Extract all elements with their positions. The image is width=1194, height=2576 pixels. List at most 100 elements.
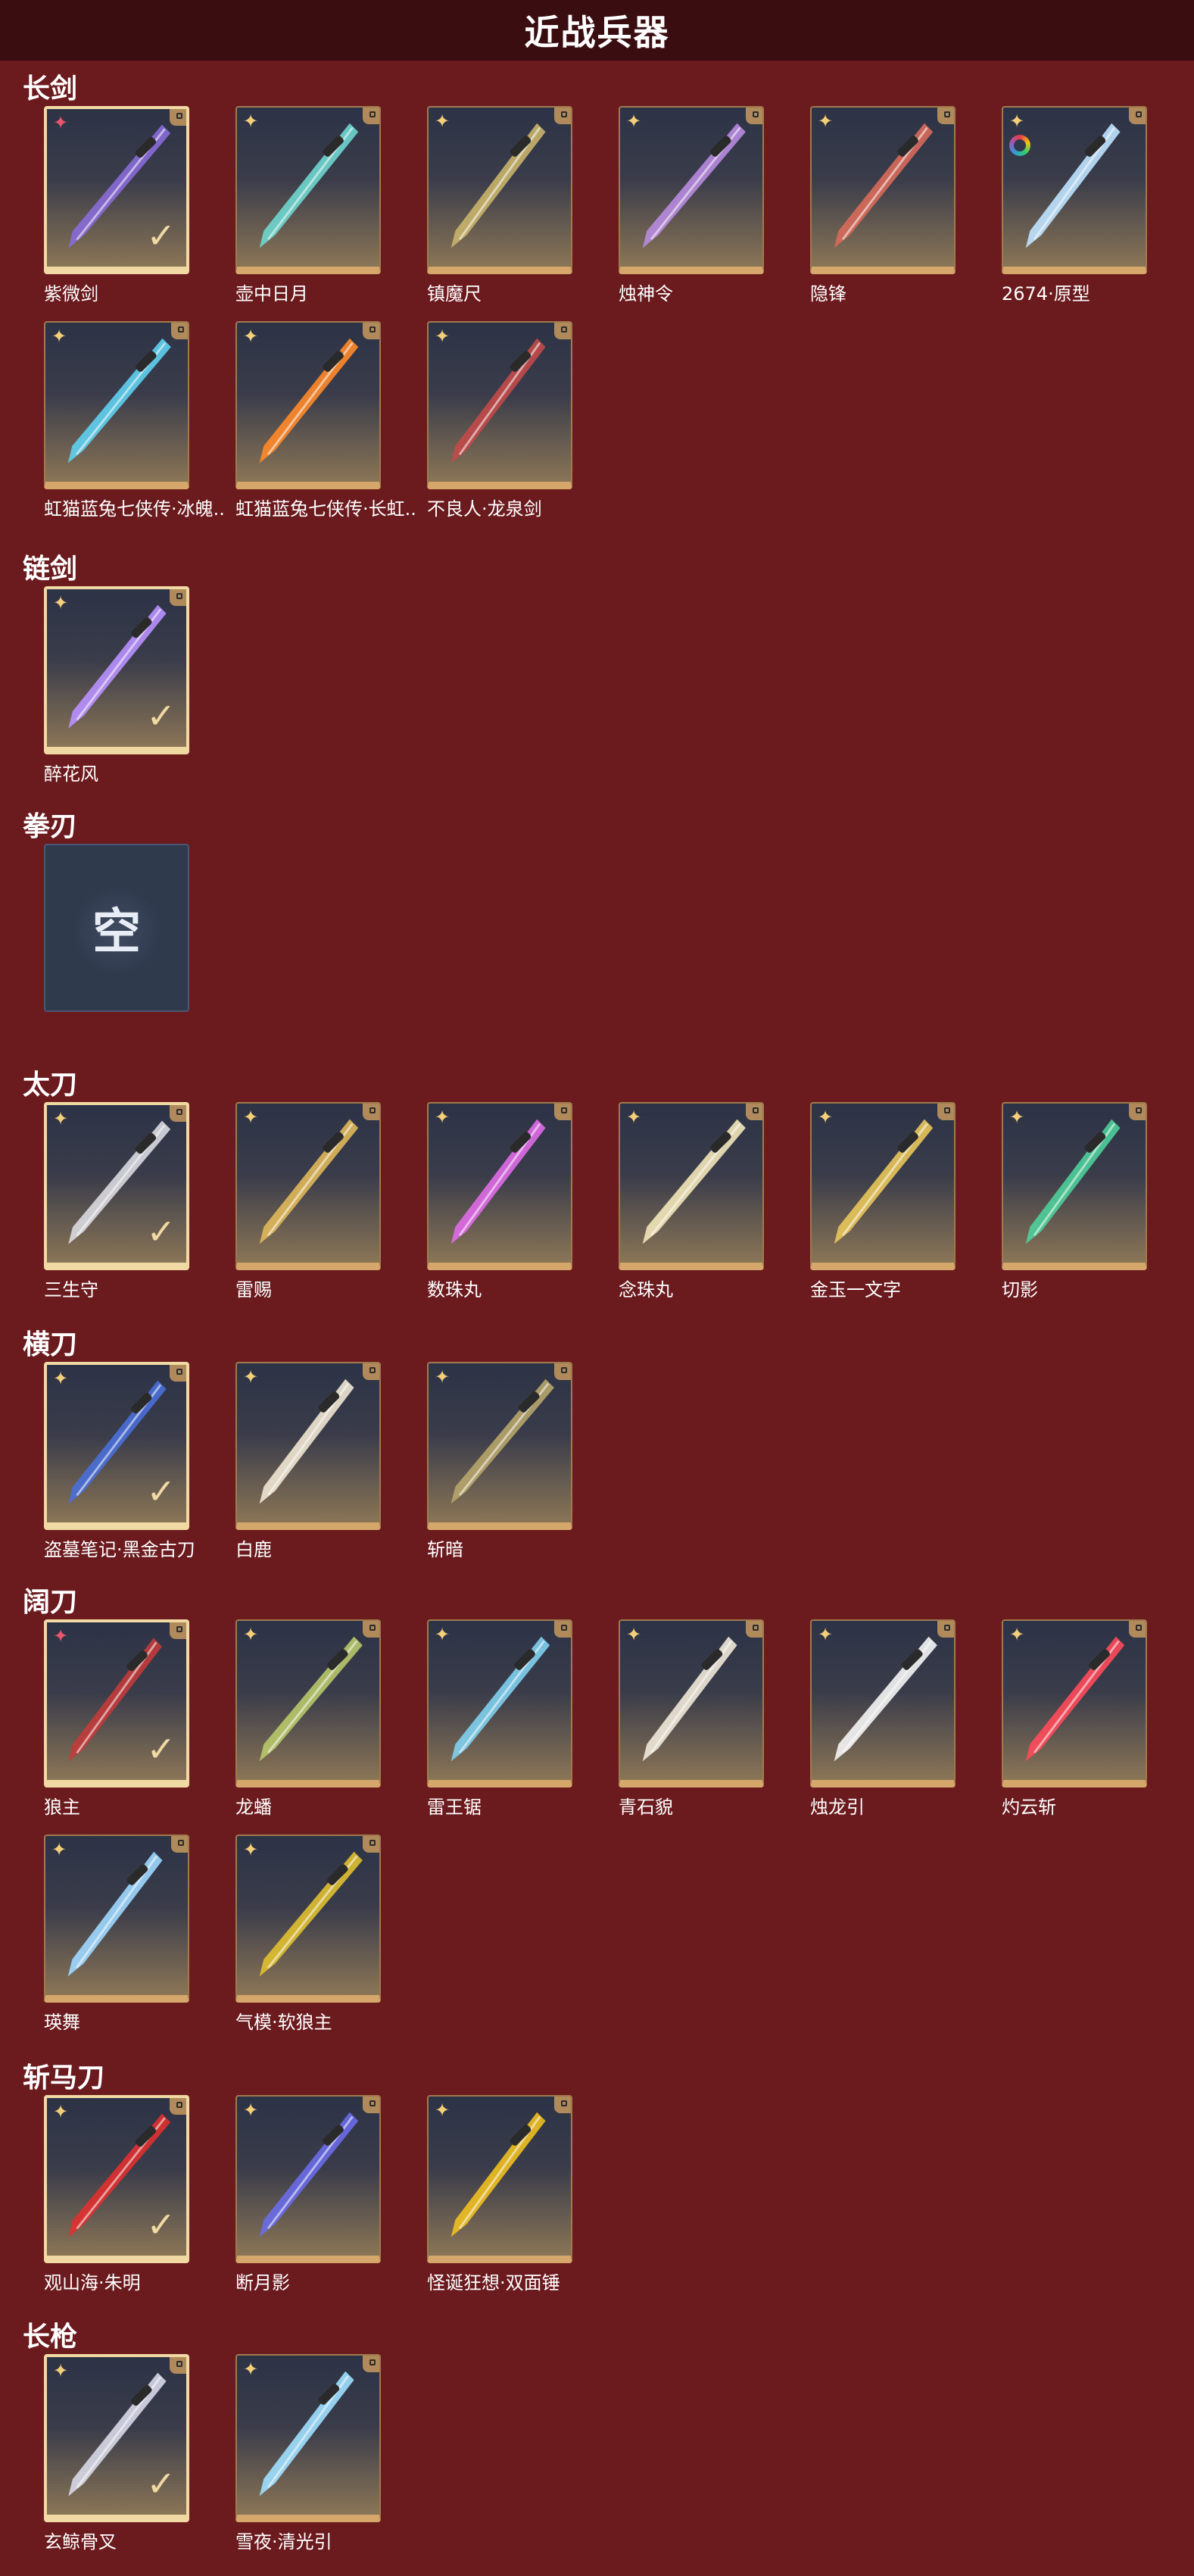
weapon-card[interactable]: ✦ <box>1002 1102 1147 1270</box>
weapon-image <box>642 1119 746 1244</box>
weapon-name-label: 气模·软狼主 <box>235 2012 332 2033</box>
corner-tag-icon <box>746 1104 762 1120</box>
quality-star-icon: ✦ <box>1009 1624 1025 1645</box>
weapon-card[interactable]: ✦ <box>235 1619 381 1788</box>
corner-tag-icon <box>363 2097 379 2113</box>
weapon-name-label: 切影 <box>1002 1279 1038 1300</box>
weapon-card[interactable]: ✦ <box>427 1362 572 1530</box>
weapon-name-label: 镇魔尺 <box>427 283 482 304</box>
weapon-image <box>834 1119 934 1244</box>
quality-star-icon: ✦ <box>243 1839 259 1860</box>
weapon-card[interactable]: ✦ ✓ <box>44 1362 189 1530</box>
weapon-name-label: 醉花风 <box>44 763 98 785</box>
weapon-card[interactable]: ✦ <box>427 2095 572 2263</box>
quality-star-icon: ✦ <box>53 2360 69 2381</box>
weapon-card[interactable]: ✦ ✓ <box>44 1102 189 1270</box>
weapon-card[interactable]: ✦ <box>1002 1619 1147 1788</box>
quality-star-icon: ✦ <box>53 112 69 133</box>
page-header: 近战兵器 <box>0 0 1194 61</box>
corner-tag-icon <box>170 589 186 606</box>
weapon-card[interactable]: ✦ ✓ <box>44 586 189 754</box>
weapon-name-label: 念珠丸 <box>619 1279 673 1300</box>
weapon-card[interactable]: ✦ <box>1002 106 1147 274</box>
section-title: 横刀 <box>23 1329 78 1360</box>
quality-star-icon: ✦ <box>51 1839 67 1860</box>
equipped-check-icon: ✓ <box>146 1728 176 1769</box>
weapon-card[interactable]: ✦ <box>235 1102 381 1270</box>
weapon-card[interactable]: ✦ <box>810 1102 956 1270</box>
weapon-image <box>67 1851 163 1977</box>
weapon-image <box>259 1851 363 1977</box>
weapon-card[interactable]: ✦ <box>235 106 381 274</box>
corner-tag-icon <box>171 1836 188 1853</box>
weapon-name-label: 怪诞狂想·双面锤 <box>427 2272 560 2293</box>
weapon-card[interactable]: ✦ <box>810 106 956 274</box>
weapon-name-label: 烛龙引 <box>810 1797 865 1818</box>
weapon-image <box>259 1636 363 1762</box>
weapon-card[interactable]: ✦ <box>44 1834 189 2003</box>
weapon-name-label: 狼主 <box>44 1797 80 1818</box>
weapon-image <box>450 123 546 248</box>
weapon-card[interactable]: ✦ <box>619 1619 764 1788</box>
quality-star-icon: ✦ <box>435 1624 450 1645</box>
corner-tag-icon <box>170 1622 186 1639</box>
corner-tag-icon <box>746 1621 762 1638</box>
weapon-name-label: 青石貌 <box>619 1797 673 1818</box>
corner-tag-icon <box>363 1363 379 1380</box>
section-title: 长剑 <box>23 73 78 105</box>
weapon-image <box>450 1379 554 1504</box>
weapon-card[interactable]: ✦ <box>619 106 764 274</box>
weapon-card[interactable]: ✦ <box>235 2095 381 2263</box>
weapon-name-label: 斩暗 <box>427 1539 463 1560</box>
empty-slot-card[interactable]: 空 <box>44 844 189 1012</box>
weapon-image <box>450 338 546 464</box>
quality-star-icon: ✦ <box>435 111 450 132</box>
corner-tag-icon <box>937 108 954 124</box>
weapon-card[interactable]: ✦ ✓ <box>44 2095 189 2263</box>
corner-tag-icon <box>170 109 186 126</box>
quality-star-icon: ✦ <box>1009 111 1025 132</box>
weapon-card[interactable]: ✦ ✓ <box>44 1619 189 1788</box>
section-title: 链剑 <box>23 554 78 585</box>
corner-tag-icon <box>363 1104 379 1120</box>
corner-tag-icon <box>170 2357 186 2374</box>
corner-tag-icon <box>554 108 571 124</box>
weapon-card[interactable]: ✦ ✓ <box>44 2354 189 2522</box>
weapon-card[interactable]: ✦ <box>810 1619 956 1788</box>
weapon-image <box>259 123 359 248</box>
weapon-card[interactable]: ✦ <box>427 321 572 489</box>
section-title: 拳刃 <box>23 811 78 842</box>
weapon-card[interactable]: ✦ <box>235 1362 381 1530</box>
weapon-card[interactable]: ✦ <box>427 1619 572 1788</box>
weapon-name-label: 三生守 <box>44 1279 98 1300</box>
weapon-image <box>834 123 934 248</box>
equipped-check-icon: ✓ <box>146 215 176 256</box>
section-title: 阔刀 <box>23 1587 78 1618</box>
weapon-card[interactable]: ✦ <box>235 321 381 489</box>
weapon-card[interactable]: ✦ <box>427 106 572 274</box>
weapon-card[interactable]: ✦ <box>235 2354 381 2522</box>
weapon-image <box>259 2112 359 2237</box>
quality-star-icon: ✦ <box>243 1624 259 1645</box>
weapon-name-label: 观山海·朱明 <box>44 2272 141 2293</box>
quality-star-icon: ✦ <box>435 326 450 347</box>
weapon-image <box>259 1119 359 1244</box>
weapon-name-label: 断月影 <box>235 2272 290 2293</box>
weapon-card[interactable]: ✦ <box>619 1102 764 1270</box>
quality-star-icon: ✦ <box>53 1625 69 1647</box>
equipped-check-icon: ✓ <box>146 2463 176 2504</box>
weapon-card[interactable]: ✦ <box>427 1102 572 1270</box>
quality-star-icon: ✦ <box>53 592 69 614</box>
weapon-image <box>450 1636 550 1762</box>
weapon-image <box>1025 1636 1125 1762</box>
weapon-name-label: 玄鲸骨叉 <box>44 2531 117 2553</box>
corner-tag-icon <box>937 1621 954 1638</box>
weapon-card[interactable]: ✦ ✓ <box>44 106 189 274</box>
section-title: 太刀 <box>23 1069 78 1101</box>
weapon-card[interactable]: ✦ <box>235 1834 381 2003</box>
weapon-name-label: 烛神令 <box>619 283 673 304</box>
weapon-image <box>67 338 171 464</box>
quality-star-icon: ✦ <box>435 2100 450 2121</box>
weapon-image <box>450 2112 546 2237</box>
weapon-card[interactable]: ✦ <box>44 321 189 489</box>
